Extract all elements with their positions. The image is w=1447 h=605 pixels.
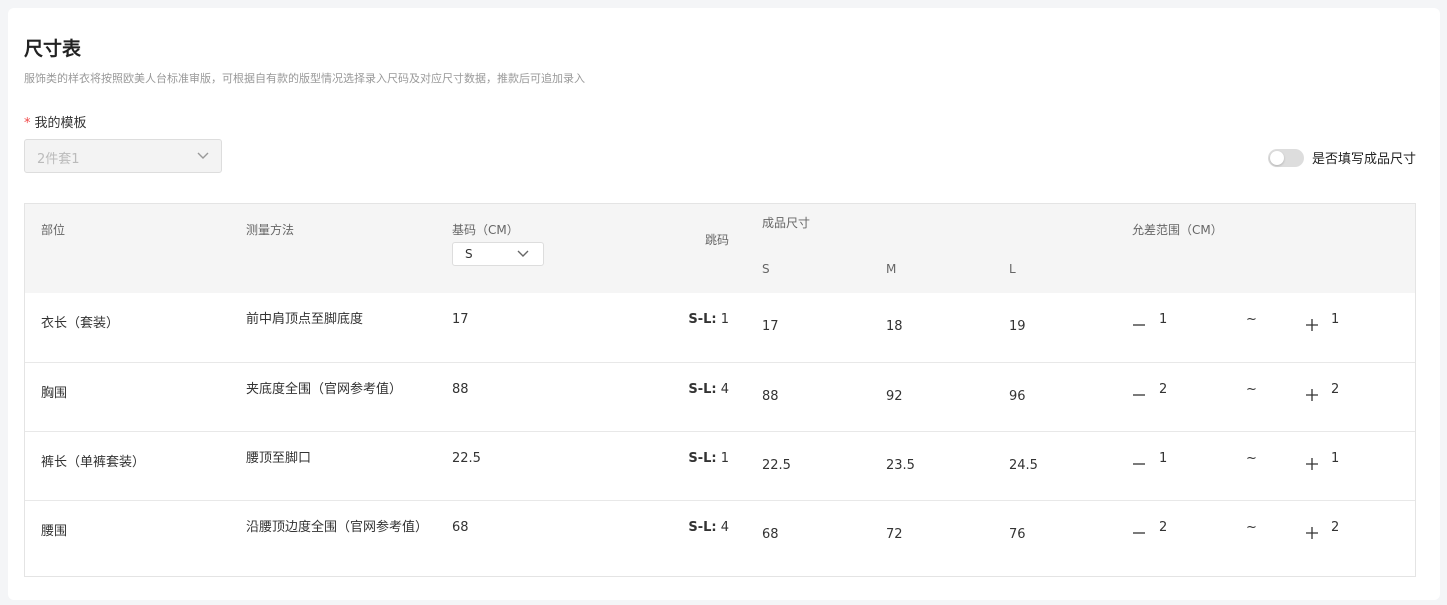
cell-size-l: 96 [1009,389,1026,404]
cell-part: 衣长（套装） [41,316,120,331]
cell-base: 22.5 [452,451,481,466]
cell-method: 腰顶至脚口 [246,451,312,466]
cell-part: 腰围 [41,524,68,539]
base-size-value: S [465,247,473,261]
header-size-s: S [762,262,770,276]
header-method: 测量方法 [246,223,295,237]
tolerance-plus-value: 2 [1331,382,1340,397]
minus-icon[interactable] [1132,457,1146,471]
required-mark: * [24,116,31,131]
header-size-m: M [886,262,897,276]
header-jump: 跳码 [705,233,730,247]
tolerance-tilde: ~ [1246,451,1257,466]
cell-size-m: 92 [886,389,903,404]
jump-label: S-L: [688,520,717,535]
header-part: 部位 [41,223,66,237]
cell-size-s: 17 [762,319,779,334]
cell-size-m: 23.5 [886,458,915,473]
cell-jump: S-L: 1 [688,312,729,327]
jump-value: 4 [720,382,729,397]
cell-size-s: 88 [762,389,779,404]
template-select[interactable]: 2件套1 [24,139,222,173]
cell-jump: S-L: 4 [688,520,729,535]
finished-size-toggle-group: 是否填写成品尺寸 [1267,148,1416,167]
size-table: 部位 测量方法 基码（CM） S 跳码 成品尺寸 S M L 允差范围（CM） … [24,203,1416,577]
cell-part: 裤长（单裤套装） [41,455,146,470]
cell-base: 17 [452,312,469,327]
header-tolerance: 允差范围（CM） [1132,223,1223,237]
template-label-text: 我的模板 [34,116,87,131]
cell-size-l: 24.5 [1009,458,1038,473]
tolerance-tilde: ~ [1246,382,1257,397]
finished-size-toggle-label: 是否填写成品尺寸 [1311,152,1416,167]
cell-jump: S-L: 4 [688,382,729,397]
tolerance-plus-value: 2 [1331,520,1340,535]
header-size-l: L [1009,262,1016,276]
page-title: 尺寸表 [24,38,82,60]
table-header: 部位 测量方法 基码（CM） S 跳码 成品尺寸 S M L 允差范围（CM） [25,204,1415,293]
size-chart-card: 尺寸表 服饰类的样衣将按照欧美人台标准审版，可根据自有款的版型情况选择录入尺码及… [8,8,1440,600]
cell-size-l: 76 [1009,527,1026,542]
page-subtitle: 服饰类的样衣将按照欧美人台标准审版，可根据自有款的版型情况选择录入尺码及对应尺寸… [24,72,585,85]
cell-size-m: 72 [886,527,903,542]
jump-label: S-L: [688,382,717,397]
minus-icon[interactable] [1132,388,1146,402]
table-row: 胸围 夹底度全围（官网参考值） 88 S-L: 4 88 92 96 2 ~ 2 [25,362,1415,431]
finished-size-toggle[interactable] [1267,148,1304,167]
cell-base: 88 [452,382,469,397]
plus-icon[interactable] [1305,457,1319,471]
chevron-down-icon [517,250,529,257]
tolerance-tilde: ~ [1246,520,1257,535]
header-finished: 成品尺寸 [762,216,811,230]
tolerance-minus-value: 1 [1159,451,1168,466]
cell-size-s: 22.5 [762,458,791,473]
jump-value: 4 [720,520,729,535]
cell-part: 胸围 [41,386,68,401]
cell-method: 前中肩顶点至脚底度 [246,312,364,327]
plus-icon[interactable] [1305,388,1319,402]
tolerance-plus-value: 1 [1331,312,1340,327]
cell-size-m: 18 [886,319,903,334]
cell-size-s: 68 [762,527,779,542]
header-base: 基码（CM） [452,223,519,237]
jump-value: 1 [720,451,729,466]
table-row: 腰围 沿腰顶边度全围（官网参考值） 68 S-L: 4 68 72 76 2 ~… [25,500,1415,576]
cell-jump: S-L: 1 [688,451,729,466]
jump-value: 1 [720,312,729,327]
cell-base: 68 [452,520,469,535]
template-select-value: 2件套1 [37,152,80,167]
tolerance-minus-value: 1 [1159,312,1168,327]
cell-size-l: 19 [1009,319,1026,334]
cell-method: 夹底度全围（官网参考值） [246,382,403,397]
plus-icon[interactable] [1305,318,1319,332]
minus-icon[interactable] [1132,526,1146,540]
table-row: 衣长（套装） 前中肩顶点至脚底度 17 S-L: 1 17 18 19 1 ~ … [25,293,1415,362]
tolerance-minus-value: 2 [1159,520,1168,535]
jump-label: S-L: [688,451,717,466]
chevron-down-icon [197,152,209,159]
base-size-select[interactable]: S [452,242,544,266]
minus-icon[interactable] [1132,318,1146,332]
tolerance-tilde: ~ [1246,312,1257,327]
plus-icon[interactable] [1305,526,1319,540]
template-label: * 我的模板 [24,112,87,131]
jump-label: S-L: [688,312,717,327]
table-row: 裤长（单裤套装） 腰顶至脚口 22.5 S-L: 1 22.5 23.5 24.… [25,431,1415,500]
tolerance-plus-value: 1 [1331,451,1340,466]
toggle-knob [1269,150,1284,165]
cell-method: 沿腰顶边度全围（官网参考值） [246,520,429,535]
tolerance-minus-value: 2 [1159,382,1168,397]
